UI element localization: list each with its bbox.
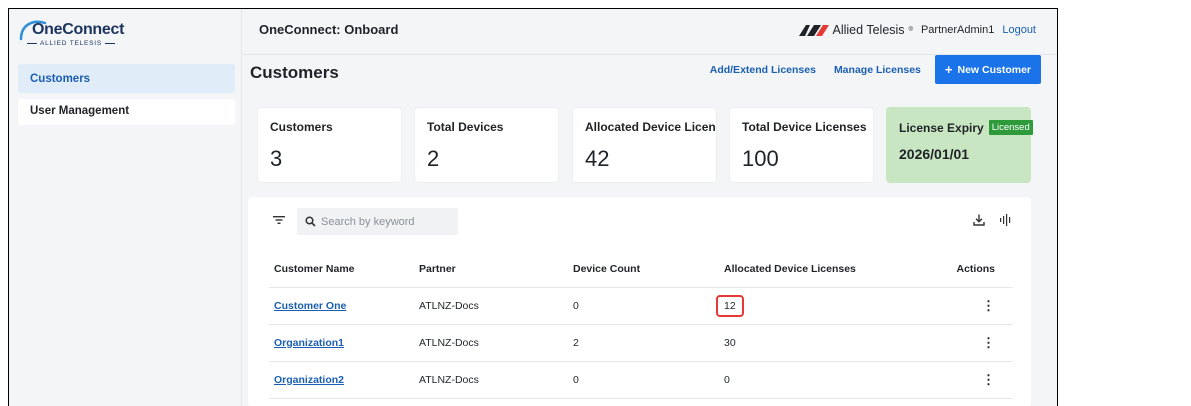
cell-customer-name: Organization2 — [269, 361, 414, 399]
stat-value: 100 — [742, 146, 779, 171]
download-icon[interactable] — [973, 214, 985, 226]
cell-actions: ⋮ — [921, 361, 1013, 399]
cell-partner: ATLNZ-Docs — [414, 324, 568, 362]
stat-label: Total Device Licenses — [742, 120, 867, 134]
oneconnect-logo[interactable]: OneConnect ALLIED TELESIS — [9, 9, 241, 55]
customers-table: Customer Name Partner Device Count Alloc… — [269, 251, 1013, 399]
cell-device-count: 2 — [568, 324, 719, 362]
sidebar-item-user-management[interactable]: User Management — [18, 99, 235, 125]
new-customer-label: New Customer — [957, 63, 1031, 76]
sidebar-item-label: Customers — [30, 72, 91, 85]
filter-icon — [273, 216, 285, 224]
app-title: OneConnect: Onboard — [259, 22, 399, 37]
page-actions: Add/Extend Licenses Manage Licenses + Ne… — [710, 55, 1041, 84]
search-input[interactable] — [321, 215, 441, 228]
logo-subtitle: ALLIED TELESIS — [27, 40, 116, 47]
page-title: Customers — [250, 63, 339, 82]
search-field[interactable] — [297, 208, 458, 235]
allied-telesis-logo-icon — [798, 24, 829, 36]
cell-allocated: 30 — [719, 324, 922, 362]
cell-device-count: 0 — [568, 287, 719, 325]
manage-licenses-button[interactable]: Manage Licenses — [834, 64, 921, 76]
brand-name: Allied Telesis — [832, 23, 905, 37]
status-badge: Licensed — [988, 120, 1033, 135]
cell-actions: ⋮ — [921, 287, 1013, 325]
table-row: Organization2 ATLNZ-Docs 0 0 ⋮ — [269, 361, 1013, 399]
stat-label: Allocated Device Licen... — [585, 120, 715, 134]
stat-label: License Expiry Licensed — [899, 120, 1033, 135]
stat-value: 2 — [427, 146, 440, 171]
search-icon — [305, 216, 316, 227]
stat-label: Total Devices — [427, 120, 504, 134]
customer-link[interactable]: Customer One — [274, 300, 346, 312]
cell-actions: ⋮ — [921, 324, 1013, 362]
kebab-icon[interactable]: ⋮ — [982, 372, 995, 387]
table-header-row: Customer Name Partner Device Count Alloc… — [269, 251, 1013, 288]
column-header-actions: Actions — [921, 251, 1013, 288]
filter-button[interactable] — [268, 209, 290, 231]
cell-customer-name: Organization1 — [269, 324, 414, 362]
columns-icon[interactable] — [999, 214, 1011, 226]
cell-allocated: 0 — [719, 361, 922, 399]
table-row: Organization1 ATLNZ-Docs 2 30 ⋮ — [269, 324, 1013, 362]
stat-value: 42 — [585, 146, 610, 171]
stat-value: 3 — [270, 146, 283, 171]
new-customer-button[interactable]: + New Customer — [934, 55, 1041, 84]
stat-card-total-licenses: Total Device Licenses 100 — [729, 107, 874, 183]
stat-card-customers: Customers 3 — [257, 107, 402, 183]
column-header-partner[interactable]: Partner — [414, 251, 568, 288]
stat-card-total-devices: Total Devices 2 — [414, 107, 559, 183]
customer-link[interactable]: Organization1 — [274, 337, 344, 349]
kebab-icon[interactable]: ⋮ — [982, 298, 995, 313]
plus-icon: + — [944, 62, 953, 77]
stat-card-license-expiry: License Expiry Licensed 2026/01/01 — [886, 107, 1033, 183]
sidebar-item-customers[interactable]: Customers — [18, 64, 235, 93]
top-bar: OneConnect: Onboard Allied Telesis ® Part… — [243, 9, 1057, 55]
sidebar-item-label: User Management — [30, 105, 130, 117]
stat-label: Customers — [270, 120, 333, 134]
top-right-area: Allied Telesis ® PartnerAdmin1 Logout — [798, 23, 1036, 37]
cell-customer-name: Customer One — [269, 287, 414, 325]
logo-wordmark: OneConnect — [32, 21, 125, 38]
license-expiry-label: License Expiry — [899, 120, 984, 135]
table-tools — [973, 214, 1011, 226]
stat-card-allocated-licenses: Allocated Device Licen... 42 — [572, 107, 717, 183]
license-expiry-date: 2026/01/01 — [899, 146, 970, 162]
customers-table-panel: Customer Name Partner Device Count Alloc… — [248, 197, 1031, 406]
column-header-allocated-licenses[interactable]: Allocated Device Licenses — [719, 251, 922, 288]
cell-device-count: 0 — [568, 361, 719, 399]
kebab-icon[interactable]: ⋮ — [982, 335, 995, 350]
cell-allocated: 12 — [716, 287, 922, 325]
table-row: Customer One ATLNZ-Docs 0 12 ⋮ — [269, 287, 1013, 325]
cell-partner: ATLNZ-Docs — [414, 361, 568, 399]
allied-telesis-logo: Allied Telesis ® — [798, 23, 913, 37]
logout-link[interactable]: Logout — [1002, 24, 1036, 36]
column-header-customer-name[interactable]: Customer Name — [269, 251, 414, 288]
sidebar: OneConnect ALLIED TELESIS Customers User… — [9, 9, 242, 406]
customer-link[interactable]: Organization2 — [274, 374, 344, 386]
cell-partner: ATLNZ-Docs — [414, 287, 568, 325]
column-header-device-count[interactable]: Device Count — [568, 251, 719, 288]
brand-mark: ® — [908, 27, 913, 33]
logo-subtitle-text: ALLIED TELESIS — [40, 40, 103, 47]
highlighted-allocated-value: 12 — [716, 294, 744, 317]
add-extend-licenses-button[interactable]: Add/Extend Licenses — [710, 64, 816, 76]
current-user: PartnerAdmin1 — [920, 24, 995, 36]
